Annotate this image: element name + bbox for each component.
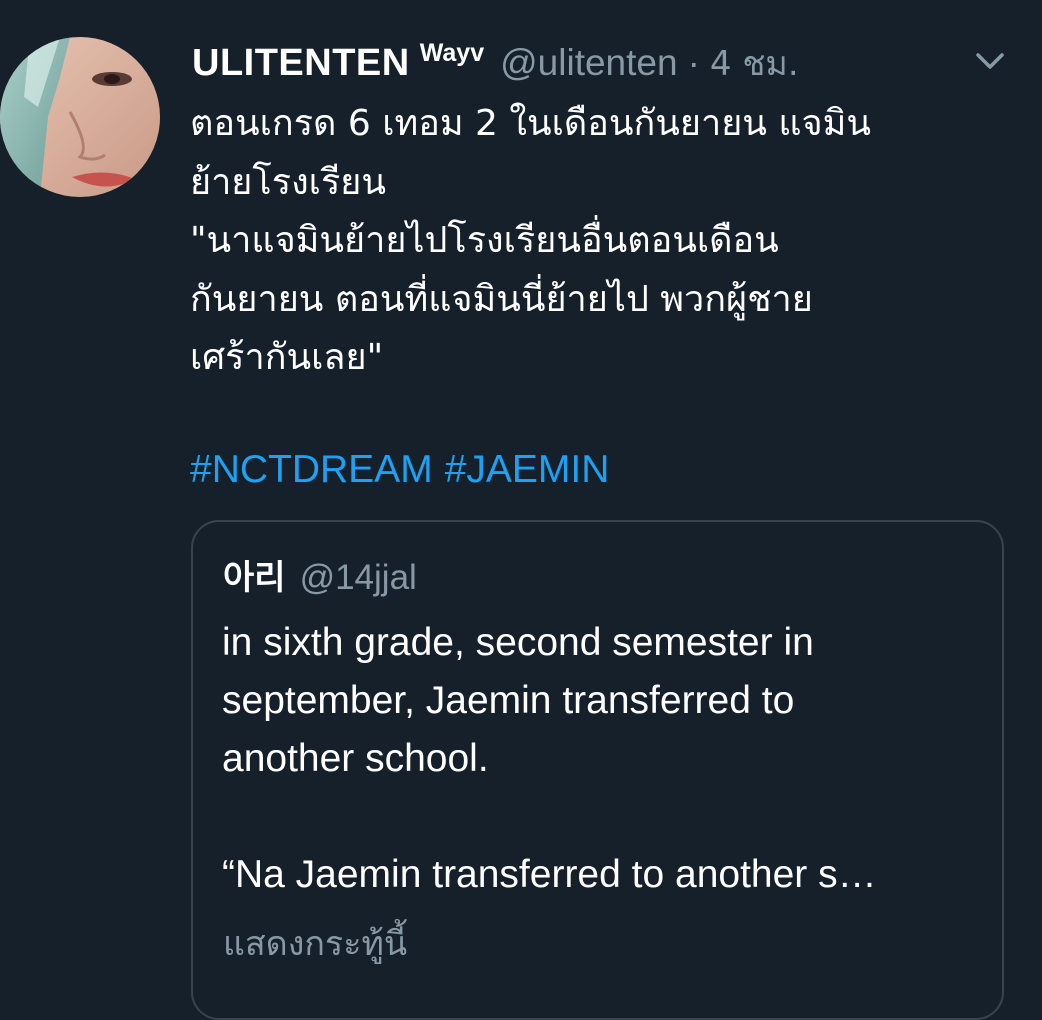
chevron-down-icon[interactable]	[972, 46, 1008, 76]
quoted-display-name: 아리	[223, 558, 286, 598]
show-thread-link[interactable]: แสดงกระทู้นี้	[223, 916, 407, 970]
quoted-text-line: september, Jaemin transferred to	[222, 679, 795, 722]
tweet-text: ตอนเกรด 6 เทอม 2 ในเดือนกันยายน แจมิน ย้…	[190, 95, 1020, 388]
separator-dot: ·	[687, 42, 700, 83]
quoted-tweet-card[interactable]: 아리 @14jjal in sixth grade, second semest…	[191, 520, 1004, 1020]
avatar[interactable]	[0, 37, 160, 197]
tweet-text-line: ย้ายโรงเรียน	[190, 161, 386, 203]
quoted-text-line: in sixth grade, second semester in	[222, 621, 814, 664]
quoted-text-line: “Na Jaemin transferred to another s…	[222, 853, 877, 896]
tweet-header: ULITENTEN Wayv @ulitenten · 4 ชม.	[192, 36, 799, 86]
quoted-tweet-header: 아리 @14jjal	[223, 550, 417, 599]
user-handle[interactable]: @ulitenten	[500, 42, 677, 84]
quoted-text-line: another school.	[222, 737, 489, 780]
display-name[interactable]: ULITENTEN	[192, 42, 410, 85]
tweet-text-line: ตอนเกรด 6 เทอม 2 ในเดือนกันยายน แจมิน	[190, 103, 871, 144]
avatar-image	[0, 37, 160, 197]
quoted-tweet-text: in sixth grade, second semester in septe…	[222, 614, 982, 904]
tweet-text-line: กันยายน ตอนที่แจมินนี่ย้ายไป พวกผู้ชาย	[190, 278, 813, 320]
tweet-text-line: เศร้ากันเลย"	[190, 337, 384, 378]
timestamp[interactable]: 4 ชม.	[710, 36, 799, 90]
hashtag-link-jaemin[interactable]: #JAEMIN	[445, 448, 610, 491]
display-name-suffix[interactable]: Wayv	[420, 39, 484, 68]
hashtags: #NCTDREAM #JAEMIN	[190, 448, 621, 492]
hashtag-link-nctdream[interactable]: #NCTDREAM	[190, 448, 433, 491]
quoted-user-handle: @14jjal	[299, 558, 417, 597]
tweet-text-line: "นาแจมินย้ายไปโรงเรียนอื่นตอนเดือน	[190, 220, 779, 261]
